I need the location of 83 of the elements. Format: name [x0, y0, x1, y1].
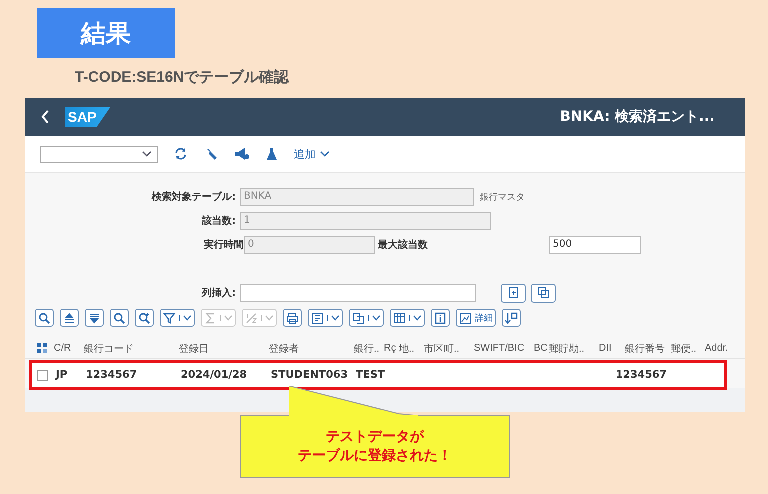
window-title: BNKA: 検索済エント... [560, 108, 715, 126]
column-header[interactable]: 銀行番号 [613, 342, 671, 356]
flask-icon[interactable] [266, 147, 278, 161]
callout-text: テーブルに登録された！ [298, 446, 452, 466]
field-label: 該当数: [201, 214, 237, 228]
field-label: 列挿入: [200, 286, 237, 300]
sort-desc-button[interactable] [85, 309, 104, 327]
caret-icon [320, 151, 330, 157]
input-field[interactable] [240, 284, 476, 302]
field-label: 実行時間 [203, 238, 244, 252]
sap-logo: SAP [65, 107, 111, 127]
column-header[interactable]: 登録者 [269, 342, 354, 356]
column-header[interactable]: 市区町.. [424, 342, 474, 356]
find-next-button[interactable] [135, 309, 154, 327]
copy-column-button[interactable] [531, 284, 556, 302]
sort-asc-button[interactable] [60, 309, 79, 327]
sigma-icon [204, 312, 217, 324]
column-header[interactable]: Rç [384, 343, 399, 354]
detail-button[interactable]: 詳細 [456, 309, 496, 327]
caret-icon [368, 315, 381, 321]
dropdown-field[interactable] [40, 146, 158, 162]
fraction-icon [245, 312, 258, 324]
table-cell: STUDENT063 [271, 369, 348, 381]
callout-text: テストデータが [326, 428, 424, 446]
caret-icon [142, 151, 152, 157]
caret-icon [327, 315, 340, 321]
column-header[interactable]: BC [534, 343, 549, 354]
zoom-button[interactable] [35, 309, 54, 327]
arrow-down-icon [505, 312, 518, 324]
column-header[interactable]: DII [599, 343, 613, 354]
document-icon [311, 312, 324, 324]
zoom-icon [38, 312, 51, 324]
sort-descending-icon [88, 312, 101, 324]
column-header[interactable]: Addr. [705, 343, 741, 354]
column-header[interactable]: 登録日 [179, 342, 269, 356]
filter-button[interactable] [160, 309, 195, 327]
export-button[interactable] [308, 309, 343, 327]
row-checkbox[interactable] [37, 370, 48, 380]
column-header[interactable]: 銀行.. [354, 342, 384, 356]
column-header[interactable]: C/R [54, 343, 84, 354]
select-all-icon[interactable] [37, 343, 48, 354]
slide-subtitle: T-CODE:SE16Nでテーブル確認 [75, 68, 290, 87]
caret-icon [179, 315, 192, 321]
field-label: 検索対象テーブル: [150, 190, 237, 204]
table-row[interactable]: JP 1234567 2024/01/28 STUDENT063 TEST 1234567 [31, 362, 725, 388]
graphic-button[interactable] [502, 309, 521, 327]
caret-icon [261, 315, 274, 321]
column-header[interactable]: SWIFT/BIC [474, 343, 534, 354]
field-label: 最大該当数 [377, 238, 429, 252]
column-header[interactable]: 郵便.. [671, 342, 705, 356]
table-description: 銀行マスタ [480, 192, 525, 204]
chart-icon [459, 312, 472, 324]
column-header[interactable]: 郵貯勘.. [549, 342, 599, 356]
refresh-icon[interactable] [174, 147, 188, 161]
back-icon[interactable] [41, 110, 51, 124]
filter-icon [163, 312, 176, 324]
table-cell: JP [56, 369, 68, 381]
add-document-icon [508, 287, 520, 299]
table-cell: 1234567 [86, 369, 138, 381]
print-button[interactable] [283, 309, 302, 327]
find-button[interactable] [110, 309, 129, 327]
view-button[interactable] [390, 309, 425, 327]
caret-icon [220, 315, 233, 321]
info-icon [434, 312, 447, 324]
column-header[interactable]: 銀行コード [84, 342, 179, 356]
slide-heading: 結果 [37, 8, 175, 58]
layout-button[interactable] [349, 309, 384, 327]
table-cell: TEST [356, 369, 386, 381]
layout-icon [352, 312, 365, 324]
printer-icon [286, 312, 299, 324]
copy-icon [538, 287, 550, 299]
caret-icon [409, 315, 422, 321]
column-header[interactable]: 地.. [399, 342, 424, 356]
info-button[interactable] [431, 309, 450, 327]
megaphone-icon[interactable] [234, 147, 250, 161]
table-cell: 2024/01/28 [181, 369, 248, 381]
grid-icon [393, 312, 406, 324]
search-plus-icon [138, 312, 151, 324]
add-menu-button[interactable]: 追加 [294, 146, 330, 162]
sort-ascending-icon [63, 312, 76, 324]
table-cell: 1234567 [616, 369, 667, 381]
search-icon [113, 312, 126, 324]
insert-column-button[interactable] [501, 284, 526, 302]
